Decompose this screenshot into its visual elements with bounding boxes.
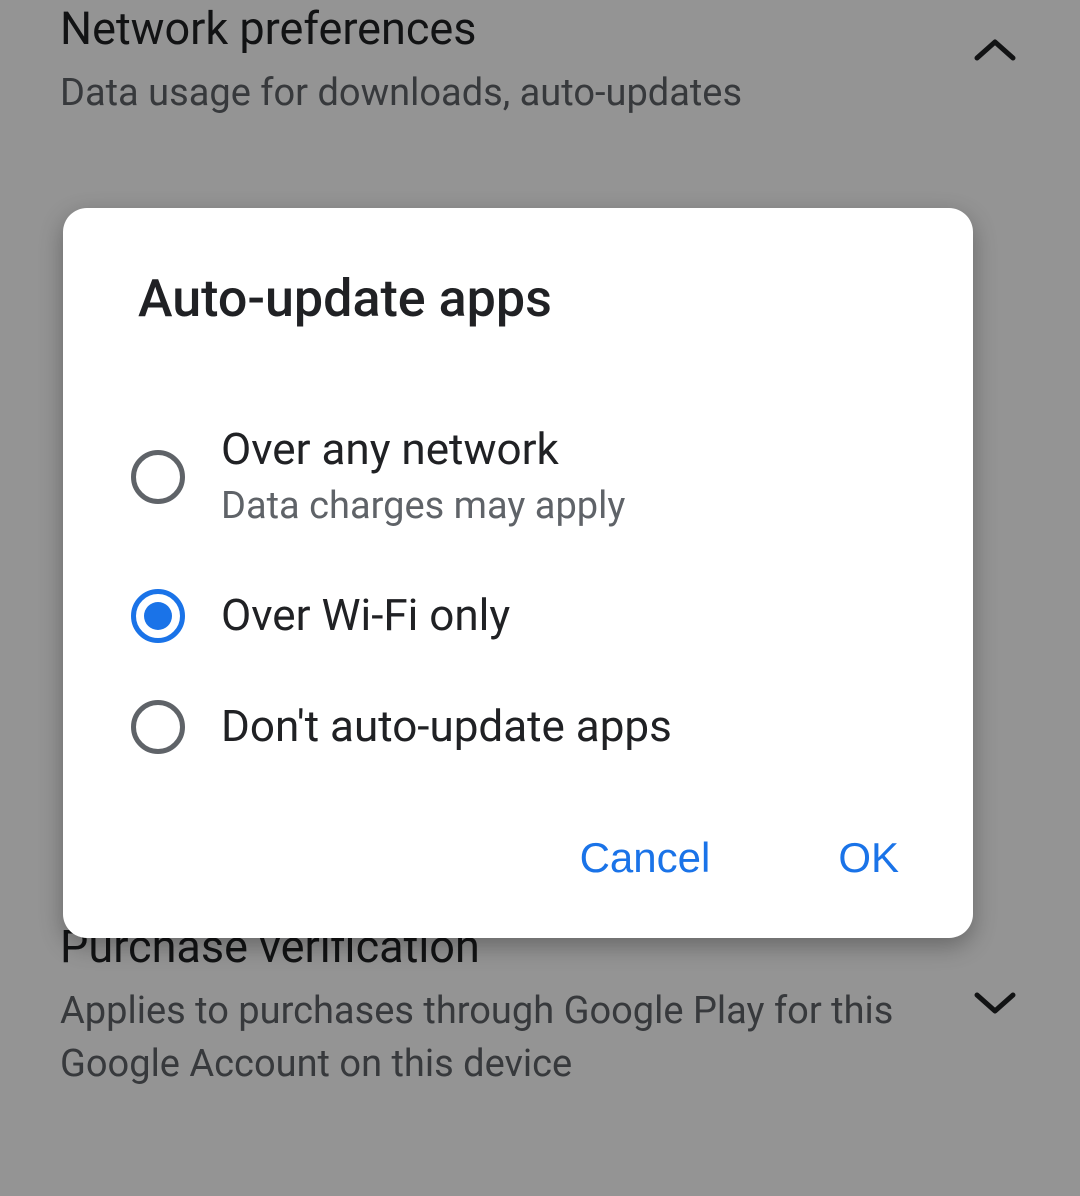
option-label: Over any network: [221, 422, 913, 477]
dialog-options: Over any network Data charges may apply …: [63, 359, 973, 792]
option-label: Over Wi-Fi only: [221, 588, 913, 643]
option-sublabel: Data charges may apply: [221, 481, 913, 532]
radio-icon: [131, 700, 185, 754]
cancel-button[interactable]: Cancel: [576, 826, 715, 890]
option-label: Don't auto-update apps: [221, 699, 913, 754]
radio-icon: [131, 589, 185, 643]
radio-icon: [131, 450, 185, 504]
dialog-title: Auto-update apps: [63, 208, 973, 359]
auto-update-dialog: Auto-update apps Over any network Data c…: [63, 208, 973, 938]
dialog-buttons: Cancel OK: [63, 810, 973, 938]
ok-button[interactable]: OK: [834, 826, 903, 890]
option-over-wifi-only[interactable]: Over Wi-Fi only: [63, 560, 973, 671]
option-over-any-network[interactable]: Over any network Data charges may apply: [63, 394, 973, 560]
option-dont-auto-update[interactable]: Don't auto-update apps: [63, 671, 973, 782]
